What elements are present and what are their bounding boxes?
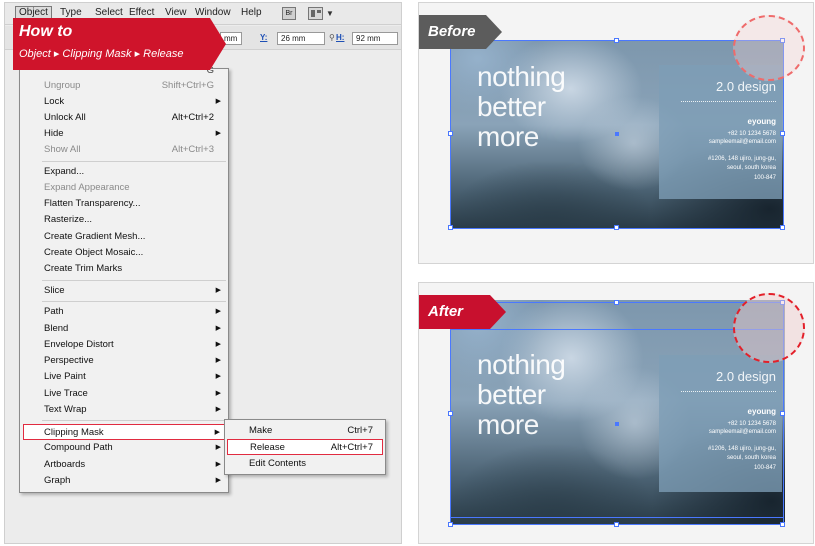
menu-item-envelope-distort[interactable]: Envelope Distort ▶: [20, 337, 228, 353]
highlight-circle: [733, 15, 805, 81]
menu-item-expand[interactable]: Expand...: [20, 164, 228, 180]
resize-handle[interactable]: [448, 411, 453, 416]
resize-handle[interactable]: [780, 131, 785, 136]
y-label: Y:: [260, 33, 268, 42]
app-screenshot-panel: Object Type Select Effect View Window He…: [4, 2, 402, 544]
arrange-documents-icon[interactable]: [308, 7, 323, 20]
menu-divider: [42, 420, 226, 421]
chevron-right-icon: ▶: [214, 429, 220, 436]
menu-item-artboards[interactable]: Artboards ▶: [20, 457, 228, 473]
callout-menu-path: Object ▸ Clipping Mask ▸ Release: [19, 48, 184, 60]
menu-item-text-wrap[interactable]: Text Wrap ▶: [20, 402, 228, 418]
submenu-item-make[interactable]: Make Ctrl+7: [225, 423, 385, 439]
menu-item-blend[interactable]: Blend ▶: [20, 321, 228, 337]
chevron-right-icon: ▶: [215, 287, 221, 294]
menu-effect[interactable]: Effect: [129, 7, 154, 18]
chevron-right-icon: ▶: [215, 98, 221, 105]
chevron-right-icon: ▶: [215, 373, 221, 380]
callout-title: How to: [19, 23, 73, 40]
menu-item-perspective[interactable]: Perspective ▶: [20, 353, 228, 369]
menu-item-clipping-mask[interactable]: Clipping Mask ▶: [23, 424, 225, 440]
highlight-circle: [733, 293, 805, 363]
menu-item-create-object-mosaic[interactable]: Create Object Mosaic...: [20, 245, 228, 261]
chevron-down-icon[interactable]: ▼: [326, 9, 334, 18]
submenu-item-release[interactable]: Release Alt+Ctrl+7: [227, 439, 383, 455]
center-point: [615, 132, 619, 136]
object-menu: G Ungroup Shift+Ctrl+G Lock ▶ Unlock All Al…: [19, 65, 229, 493]
menu-view[interactable]: View: [165, 7, 187, 18]
menu-item-live-trace[interactable]: Live Trace ▶: [20, 386, 228, 402]
resize-handle[interactable]: [614, 225, 619, 230]
chevron-right-icon: ▶: [215, 357, 221, 364]
before-panel: nothing better more 2.0 design eyoung +8…: [418, 2, 814, 264]
resize-handle[interactable]: [780, 411, 785, 416]
menu-divider: [42, 301, 226, 302]
resize-handle[interactable]: [448, 522, 453, 527]
chevron-right-icon: ▶: [215, 444, 221, 451]
center-point: [615, 422, 619, 426]
clipping-mask-submenu: Make Ctrl+7 Release Alt+Ctrl+7 Edit Conten…: [224, 419, 386, 475]
menu-item-expand-appearance[interactable]: Expand Appearance: [20, 180, 228, 196]
chevron-right-icon: ▶: [215, 325, 221, 332]
menu-item-flatten-transparency[interactable]: Flatten Transparency...: [20, 196, 228, 212]
menu-item-unlock-all[interactable]: Unlock All Alt+Ctrl+2: [20, 110, 228, 126]
menu-window[interactable]: Window: [195, 7, 231, 18]
resize-handle[interactable]: [448, 131, 453, 136]
resize-handle[interactable]: [614, 522, 619, 527]
menu-item-graph[interactable]: Graph ▶: [20, 473, 228, 489]
menu-item-create-trim-marks[interactable]: Create Trim Marks: [20, 261, 228, 277]
chevron-right-icon: ▶: [215, 341, 221, 348]
menu-item-slice[interactable]: Slice ▶: [20, 283, 228, 299]
menu-item-path[interactable]: Path ▶: [20, 304, 228, 320]
after-tag: After: [419, 295, 506, 329]
chevron-right-icon: ▶: [215, 406, 221, 413]
menu-item-hide[interactable]: Hide ▶: [20, 126, 228, 142]
menu-divider: [42, 161, 226, 162]
resize-handle[interactable]: [780, 225, 785, 230]
menu-item-compound-path[interactable]: Compound Path ▶: [20, 440, 228, 456]
resize-handle[interactable]: [614, 38, 619, 43]
menu-item-live-paint[interactable]: Live Paint ▶: [20, 369, 228, 385]
bridge-button[interactable]: Br: [282, 7, 296, 20]
submenu-item-edit-contents[interactable]: Edit Contents: [225, 456, 385, 472]
h-field[interactable]: 92 mm: [352, 32, 398, 45]
menu-select[interactable]: Select: [95, 7, 123, 18]
y-field[interactable]: 26 mm: [277, 32, 325, 45]
chevron-right-icon: ▶: [215, 130, 221, 137]
before-tag: Before: [419, 15, 502, 49]
chevron-right-icon: ▶: [215, 461, 221, 468]
menu-item-ungroup[interactable]: Ungroup Shift+Ctrl+G: [20, 78, 228, 94]
resize-handle[interactable]: [780, 522, 785, 527]
chevron-right-icon: ▶: [215, 308, 221, 315]
menu-item-create-gradient-mesh[interactable]: Create Gradient Mesh...: [20, 229, 228, 245]
h-label: H:: [336, 33, 345, 42]
chevron-right-icon: ▶: [215, 390, 221, 397]
resize-handle[interactable]: [448, 225, 453, 230]
how-to-callout: How to Object ▸ Clipping Mask ▸ Release: [13, 18, 210, 70]
link-icon[interactable]: ⚲: [329, 33, 335, 42]
after-panel: nothing better more 2.0 design eyoung +8…: [418, 282, 814, 544]
menu-help[interactable]: Help: [241, 7, 262, 18]
menu-divider: [42, 280, 226, 281]
menu-item-show-all[interactable]: Show All Alt+Ctrl+3: [20, 142, 228, 158]
menu-item-rasterize[interactable]: Rasterize...: [20, 212, 228, 228]
menu-type[interactable]: Type: [60, 7, 82, 18]
resize-handle[interactable]: [614, 300, 619, 305]
menu-item-lock[interactable]: Lock ▶: [20, 94, 228, 110]
chevron-right-icon: ▶: [215, 477, 221, 484]
callout-arrow: [210, 18, 226, 70]
